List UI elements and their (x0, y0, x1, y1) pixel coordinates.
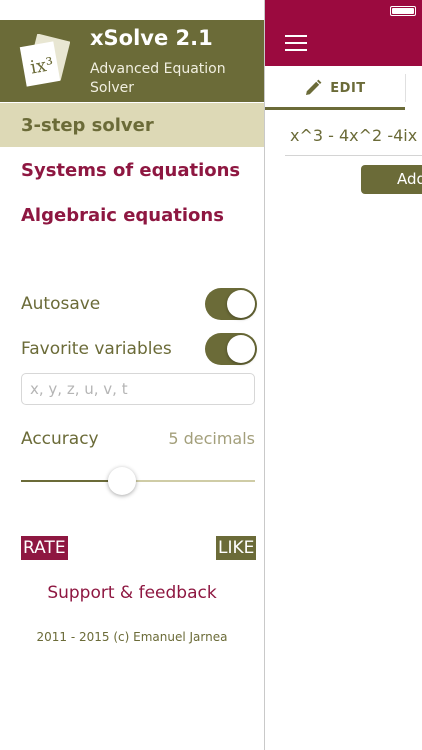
drawer-divider (264, 0, 265, 750)
autosave-label: Autosave (21, 294, 101, 314)
logo-text: ix³ (29, 54, 55, 79)
rate-button[interactable]: RATE (21, 536, 68, 560)
slider-thumb[interactable] (108, 467, 136, 495)
favorite-variables-input[interactable] (21, 373, 255, 405)
app-title: xSolve 2.1 (90, 26, 213, 50)
battery-icon (390, 6, 416, 16)
equation-underline (285, 155, 422, 156)
menu-item-algebraic-equations[interactable]: Algebraic equations (0, 193, 264, 237)
app-logo-icon: ix³ (19, 34, 70, 87)
favorite-variables-toggle[interactable] (205, 333, 257, 365)
pencil-icon (306, 79, 322, 95)
carrier-label: Carrier (6, 3, 43, 17)
app-subtitle: Advanced Equation Solver (90, 61, 226, 96)
equation-input[interactable]: x^3 - 4x^2 -4ix +2 (290, 126, 422, 145)
accuracy-value: 5 decimals (168, 429, 255, 448)
drawer-header: ix³ xSolve 2.1 Advanced Equation Solver (0, 20, 264, 102)
menu-item-label: 3-step solver (21, 114, 154, 136)
accuracy-slider[interactable] (21, 466, 255, 496)
tab-edit[interactable]: EDIT (265, 66, 405, 110)
toggle-knob (227, 335, 255, 363)
copyright-text: 2011 - 2015 (c) Emanuel Jarnea (36, 630, 228, 644)
menu-item-3-step-solver[interactable]: 3-step solver (0, 103, 264, 147)
wifi-icon (48, 4, 62, 14)
favorite-variables-label: Favorite variables (21, 339, 172, 359)
status-bar-right (265, 0, 422, 20)
menu-item-label: Systems of equations (21, 159, 241, 181)
status-bar: Carrier 11:20 PM (0, 0, 264, 20)
tab-separator (405, 74, 406, 102)
menu-item-label: Algebraic equations (21, 204, 224, 226)
accuracy-label: Accuracy (21, 429, 99, 449)
main-tabbar: EDIT (265, 66, 422, 110)
toggle-knob (227, 290, 255, 318)
tab-edit-label: EDIT (330, 80, 366, 96)
main-navbar (265, 20, 422, 66)
slider-fill (21, 480, 122, 482)
support-feedback-link[interactable]: Support & feedback (0, 583, 264, 603)
like-button[interactable]: LIKE (216, 536, 257, 560)
autosave-toggle[interactable] (205, 288, 257, 320)
add-button[interactable]: Add (361, 165, 422, 194)
tab-indicator (265, 107, 405, 110)
hamburger-menu-icon[interactable] (285, 35, 307, 51)
menu-item-systems-of-equations[interactable]: Systems of equations (0, 148, 264, 192)
status-clock: 11:20 PM (186, 3, 238, 17)
